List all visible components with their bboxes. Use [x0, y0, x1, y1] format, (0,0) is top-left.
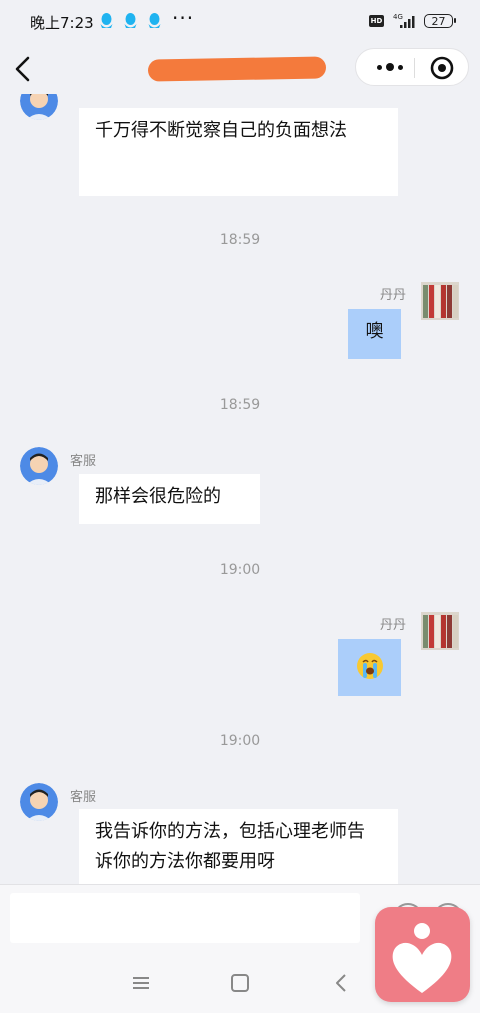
menu-icon[interactable] — [128, 970, 154, 996]
message-timestamp: 18:59 — [219, 232, 261, 248]
books-avatar[interactable] — [421, 282, 459, 320]
message-bubble-agent[interactable]: 千万得不断觉察自己的负面想法 — [79, 108, 398, 196]
crying-face-icon — [356, 653, 383, 679]
agent-name: 客服 — [70, 790, 97, 805]
message-timestamp: 18:59 — [219, 397, 261, 413]
capsule-divider — [414, 58, 415, 78]
user-name: 丹丹 — [380, 288, 407, 303]
obscured-title — [147, 56, 327, 82]
qq-notification-icon — [100, 13, 113, 28]
battery-indicator: 27 — [424, 14, 456, 28]
status-more-icon: ··· — [172, 6, 195, 30]
qq-notification-icon — [124, 13, 137, 28]
agent-avatar[interactable] — [20, 94, 58, 120]
agent-avatar[interactable] — [20, 783, 58, 821]
nav-bar: 协 — [0, 44, 480, 94]
message-bubble-user[interactable]: 噢 — [348, 309, 401, 359]
target-close-icon[interactable] — [429, 55, 455, 81]
user-name: 丹丹 — [380, 618, 407, 633]
status-bar: 晚上7:23 ··· HD 4G 27 — [0, 0, 480, 44]
home-square-icon[interactable] — [227, 970, 253, 996]
message-timestamp: 19:00 — [219, 562, 261, 578]
books-avatar[interactable] — [421, 612, 459, 650]
message-input[interactable] — [10, 893, 360, 943]
heart-icon — [392, 923, 452, 993]
message-bubble-user[interactable] — [338, 639, 401, 696]
status-time: 晚上7:23 — [30, 14, 94, 32]
chevron-left-icon[interactable] — [10, 54, 36, 84]
message-bubble-agent[interactable]: 那样会很危险的 — [79, 474, 260, 524]
back-triangle-icon[interactable] — [328, 970, 354, 996]
agent-avatar[interactable] — [20, 447, 58, 485]
message-bubble-agent[interactable]: 我告诉你的方法，包括心理老师告诉你的方法你都要用呀 — [79, 809, 398, 884]
qq-notification-icon — [148, 13, 161, 28]
agent-name: 客服 — [70, 454, 97, 469]
hd-badge: HD — [369, 15, 384, 27]
more-dots-icon[interactable] — [370, 53, 410, 81]
floating-heart-button[interactable] — [375, 907, 470, 1002]
miniprogram-capsule — [355, 48, 469, 86]
signal-bars-icon — [400, 16, 415, 28]
message-timestamp: 19:00 — [219, 733, 261, 749]
chat-messages[interactable]: 千万得不断觉察自己的负面想法 18:59 丹丹 噢 18:59 客服 那样会很危… — [0, 94, 480, 884]
